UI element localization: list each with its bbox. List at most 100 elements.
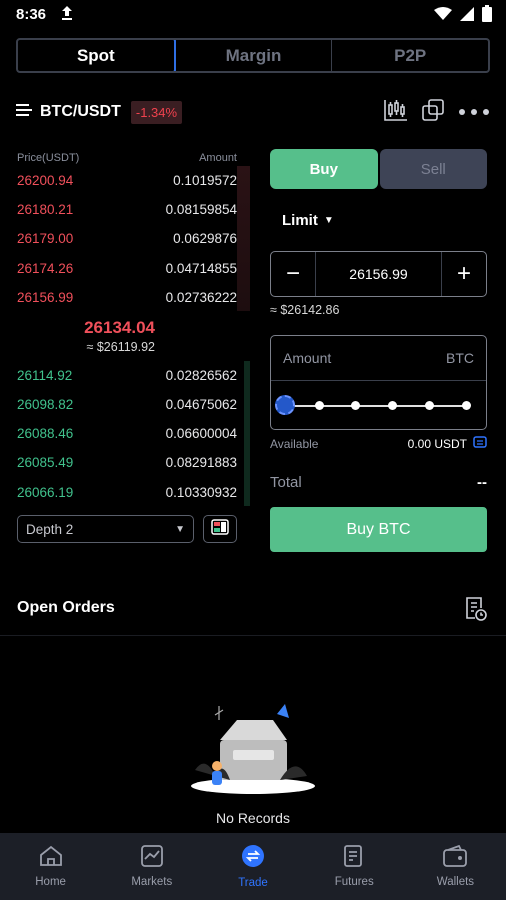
caret-down-icon: ▼ — [323, 215, 334, 226]
sell-tab[interactable]: Sell — [379, 149, 487, 189]
menu-icon[interactable] — [16, 103, 32, 122]
ask-row[interactable]: 26180.21 0.08159854 — [17, 195, 237, 224]
ask-amount: 0.04714855 — [165, 261, 237, 276]
copy-icon[interactable] — [422, 98, 444, 126]
upload-icon — [60, 4, 74, 27]
nav-wallets[interactable]: Wallets — [405, 833, 506, 900]
ask-row[interactable]: 26200.94 0.1019572 — [17, 166, 237, 195]
bid-amount: 0.08291883 — [165, 455, 237, 470]
bid-amount: 0.02826562 — [165, 368, 237, 383]
bid-depth-bar — [244, 361, 250, 506]
price-header: Price(USDT) — [17, 152, 80, 164]
nav-markets[interactable]: Markets — [101, 833, 202, 900]
last-price-block[interactable]: 26134.04 ≈ $26119.92 — [17, 318, 155, 354]
ask-row[interactable]: 26179.00 0.0629876 — [17, 224, 237, 253]
slider-step[interactable] — [425, 401, 434, 410]
ask-price: 26200.94 — [17, 173, 74, 188]
bid-row[interactable]: 26098.82 0.04675062 — [17, 390, 237, 419]
slider-step[interactable] — [388, 401, 397, 410]
tab-margin[interactable]: Margin — [176, 40, 332, 71]
depth-label: Depth 2 — [26, 521, 74, 537]
markets-icon — [140, 845, 163, 870]
increase-price-button[interactable]: + — [442, 252, 486, 296]
nav-home[interactable]: Home — [0, 833, 101, 900]
available-value: 0.00 USDT — [407, 436, 467, 451]
futures-icon — [343, 845, 365, 870]
open-orders-title: Open Orders — [17, 599, 115, 616]
candlestick-chart-icon[interactable] — [384, 99, 408, 126]
amount-placeholder: Amount — [283, 350, 332, 366]
tab-spot[interactable]: Spot — [18, 40, 176, 71]
status-time: 8:36 — [16, 6, 47, 23]
more-icon[interactable] — [458, 103, 490, 121]
bid-price: 26088.46 — [17, 426, 74, 441]
slider-step[interactable] — [315, 401, 324, 410]
ask-amount: 0.1019572 — [173, 173, 237, 188]
battery-icon — [482, 5, 492, 27]
slider-step[interactable] — [351, 401, 360, 410]
no-records-text: No Records — [216, 810, 290, 826]
ask-amount: 0.0629876 — [173, 231, 237, 246]
nav-label: Home — [35, 876, 66, 888]
caret-down-icon: ▼ — [175, 523, 185, 535]
nav-futures[interactable]: Futures — [304, 833, 405, 900]
bid-row[interactable]: 26088.46 0.06600004 — [17, 419, 237, 448]
bid-price: 26114.92 — [17, 368, 73, 383]
ask-row[interactable]: 26156.99 0.02736222 — [17, 283, 237, 312]
bid-row[interactable]: 26114.92 0.02826562 — [17, 361, 237, 390]
bid-price: 26085.49 — [17, 455, 74, 470]
slider-knob[interactable] — [275, 395, 295, 415]
ask-price: 26180.21 — [17, 202, 74, 217]
signal-icon — [460, 6, 474, 26]
buy-sell-toggle: Buy Sell — [270, 149, 487, 189]
bid-amount: 0.04675062 — [165, 397, 237, 412]
ask-amount: 0.08159854 — [165, 202, 237, 217]
wallet-icon — [443, 844, 468, 870]
price-fiat: ≈ $26142.86 — [270, 303, 340, 317]
bid-row[interactable]: 26066.19 0.10330932 — [17, 478, 237, 507]
bid-amount: 0.10330932 — [165, 485, 237, 500]
available-label: Available — [270, 436, 319, 451]
empty-box-illustration — [185, 700, 321, 800]
amount-box: Amount BTC — [270, 335, 487, 430]
amount-header: Amount — [199, 152, 237, 164]
price-input[interactable]: 26156.99 — [315, 252, 442, 296]
market-tabs: Spot Margin P2P — [16, 38, 490, 73]
bottom-nav: Home Markets Trade Futures Wallets — [0, 833, 506, 900]
home-icon — [39, 845, 63, 870]
nav-label: Wallets — [436, 876, 475, 888]
ask-depth-bar — [237, 166, 250, 311]
buy-btc-button[interactable]: Buy BTC — [270, 507, 487, 552]
amount-slider[interactable] — [271, 381, 486, 429]
order-type-select[interactable]: Limit ▼ — [282, 212, 334, 229]
decrease-price-button[interactable]: − — [271, 252, 315, 296]
nav-label: Trade — [238, 877, 268, 889]
buy-tab[interactable]: Buy — [270, 149, 378, 189]
nav-label: Markets — [131, 876, 173, 888]
total-value: -- — [477, 474, 487, 491]
price-change-badge: -1.34% — [130, 100, 183, 124]
trade-icon — [241, 844, 265, 871]
amount-input[interactable]: Amount BTC — [271, 336, 486, 381]
divider — [0, 635, 506, 636]
pair-symbol[interactable]: BTC/USDT — [40, 103, 121, 121]
total-label: Total — [270, 474, 302, 491]
slider-track — [285, 405, 468, 407]
tab-p2p[interactable]: P2P — [331, 40, 488, 71]
ask-row[interactable]: 26174.26 0.04714855 — [17, 254, 237, 283]
transfer-icon[interactable] — [473, 436, 487, 451]
order-history-icon[interactable] — [464, 596, 488, 627]
bid-amount: 0.06600004 — [165, 426, 237, 441]
nav-trade[interactable]: Trade — [202, 833, 303, 900]
ask-price: 26156.99 — [17, 290, 74, 305]
total-row: Total -- — [270, 474, 487, 491]
last-price: 26134.04 — [84, 318, 155, 337]
depth-select[interactable]: Depth 2 ▼ — [17, 515, 194, 543]
bid-row[interactable]: 26085.49 0.08291883 — [17, 448, 237, 477]
orderbook-layout-button[interactable] — [203, 515, 237, 543]
orderbook-header: Price(USDT) Amount — [17, 152, 237, 164]
ask-price: 26174.26 — [17, 261, 74, 276]
amount-unit: BTC — [446, 350, 474, 366]
slider-step[interactable] — [462, 401, 471, 410]
price-stepper: − 26156.99 + — [270, 251, 487, 297]
